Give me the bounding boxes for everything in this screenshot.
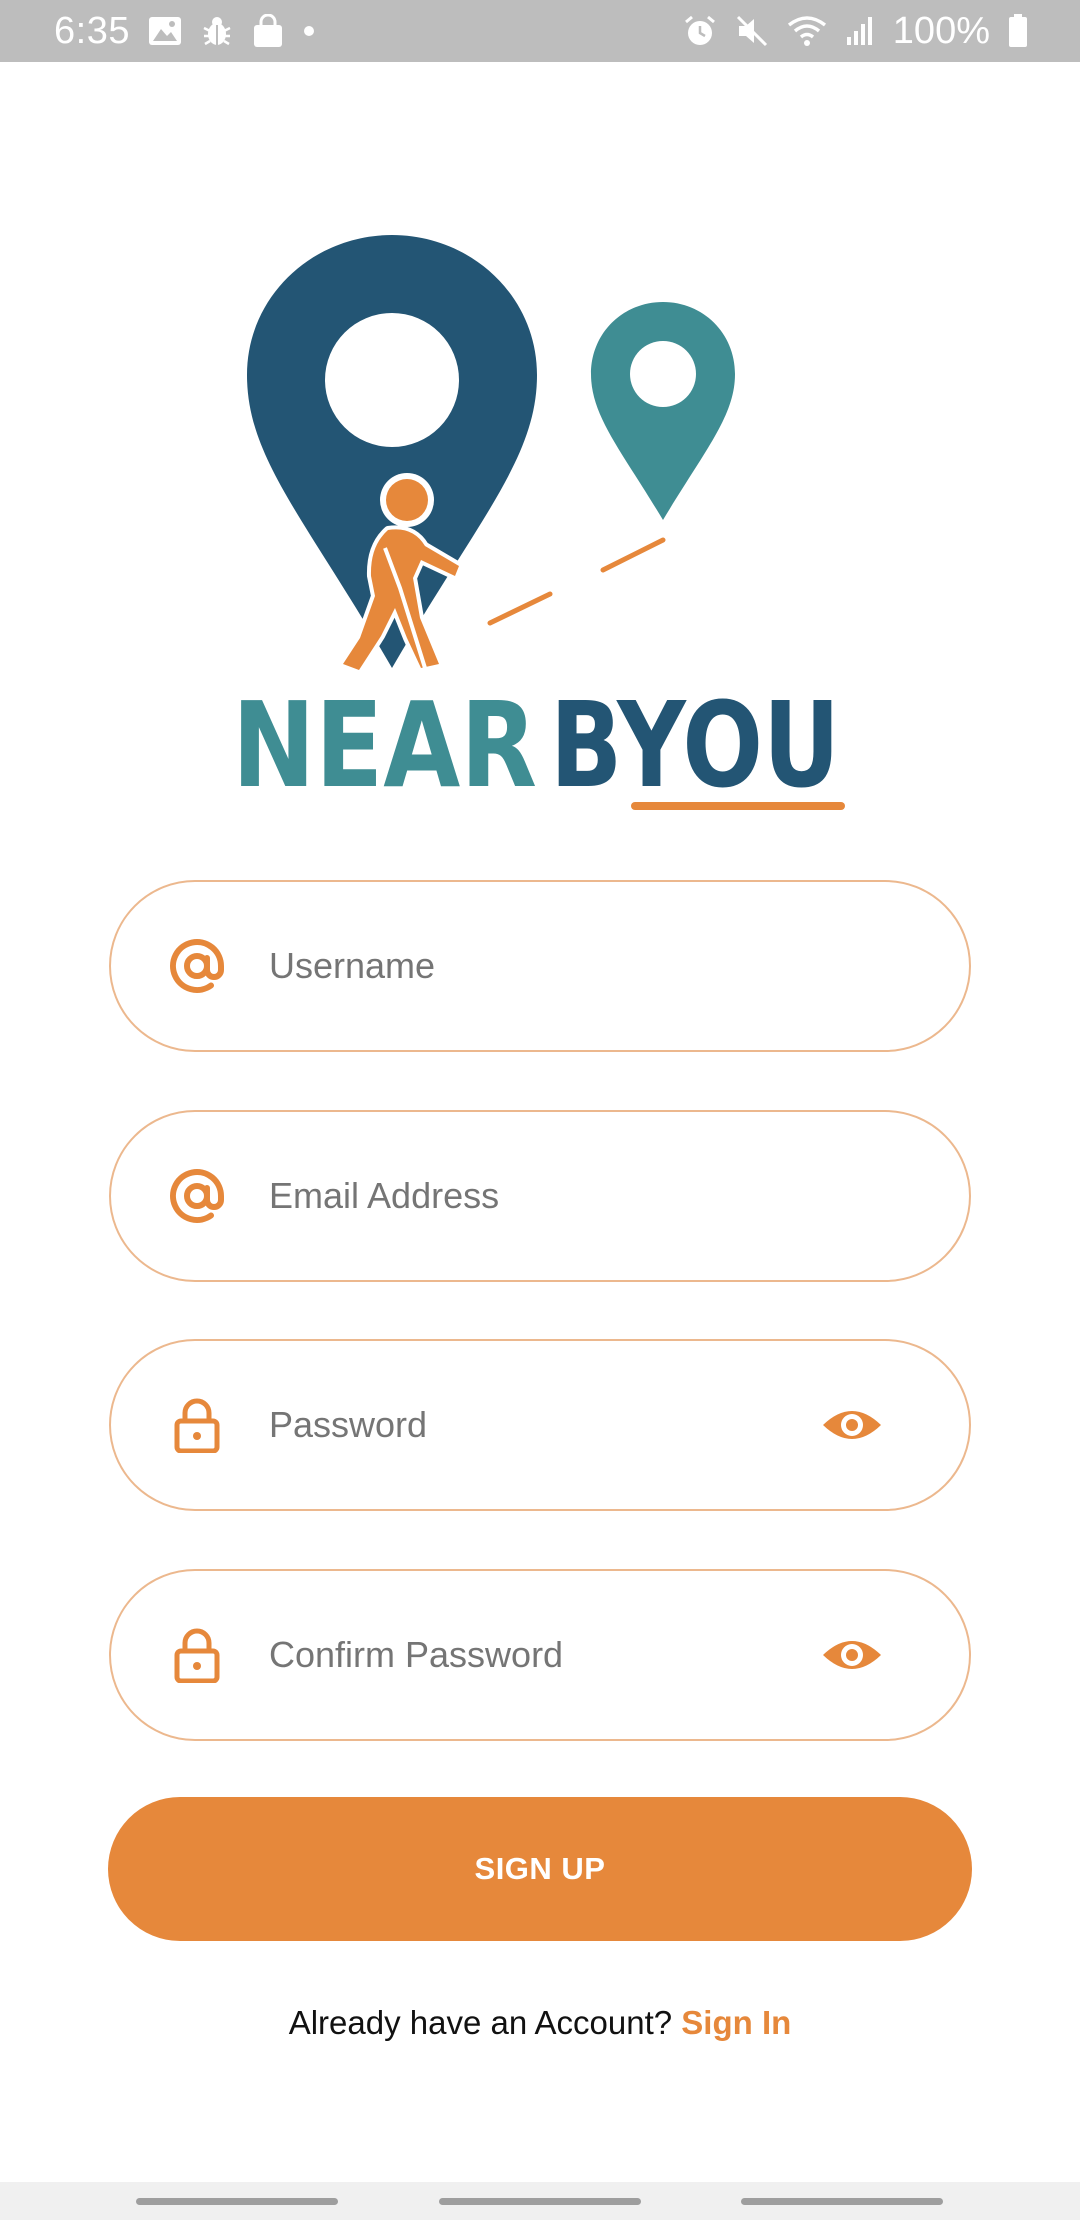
mute-icon — [735, 14, 769, 48]
image-icon — [148, 15, 182, 47]
username-field[interactable] — [109, 880, 971, 1052]
nav-recents-handle[interactable] — [136, 2198, 338, 2205]
confirm-password-input[interactable] — [269, 1625, 849, 1685]
password-field[interactable] — [109, 1339, 971, 1511]
sign-up-button[interactable]: SIGN UP — [108, 1797, 972, 1941]
at-icon — [169, 1168, 225, 1224]
logo-text-byou: BYOU — [550, 676, 840, 814]
dot-icon — [302, 24, 316, 38]
alarm-icon — [683, 14, 717, 48]
sign-in-link[interactable]: Sign In — [681, 2004, 791, 2041]
email-field[interactable] — [109, 1110, 971, 1282]
account-prompt: Already have an Account? Sign In — [0, 2004, 1080, 2042]
eye-icon[interactable] — [821, 1403, 883, 1447]
nearbyou-logo: NEAR BYOU — [225, 228, 865, 828]
map-pin-small — [591, 302, 735, 520]
account-prompt-text: Already have an Account? — [288, 2004, 673, 2041]
battery-icon — [1008, 14, 1028, 48]
eye-icon[interactable] — [821, 1633, 883, 1677]
logo-text-near: NEAR — [232, 676, 537, 814]
battery-percent: 100% — [892, 9, 990, 52]
status-time: 6:35 — [54, 9, 130, 52]
at-icon — [169, 938, 225, 994]
status-bar: 6:35 100% — [0, 0, 1080, 62]
navigation-bar — [0, 2182, 1080, 2220]
logo-underline — [631, 802, 845, 810]
confirm-password-field[interactable] — [109, 1569, 971, 1741]
nav-home-handle[interactable] — [439, 2198, 641, 2205]
username-input[interactable] — [269, 936, 849, 996]
signal-icon — [845, 15, 875, 47]
wifi-icon — [787, 15, 827, 47]
email-input[interactable] — [269, 1166, 849, 1226]
lock-icon — [169, 1397, 225, 1454]
nav-back-handle[interactable] — [741, 2198, 943, 2205]
bug-icon — [200, 14, 234, 48]
lock-icon — [169, 1627, 225, 1684]
password-input[interactable] — [269, 1395, 849, 1455]
shopping-bag-icon — [252, 14, 284, 48]
